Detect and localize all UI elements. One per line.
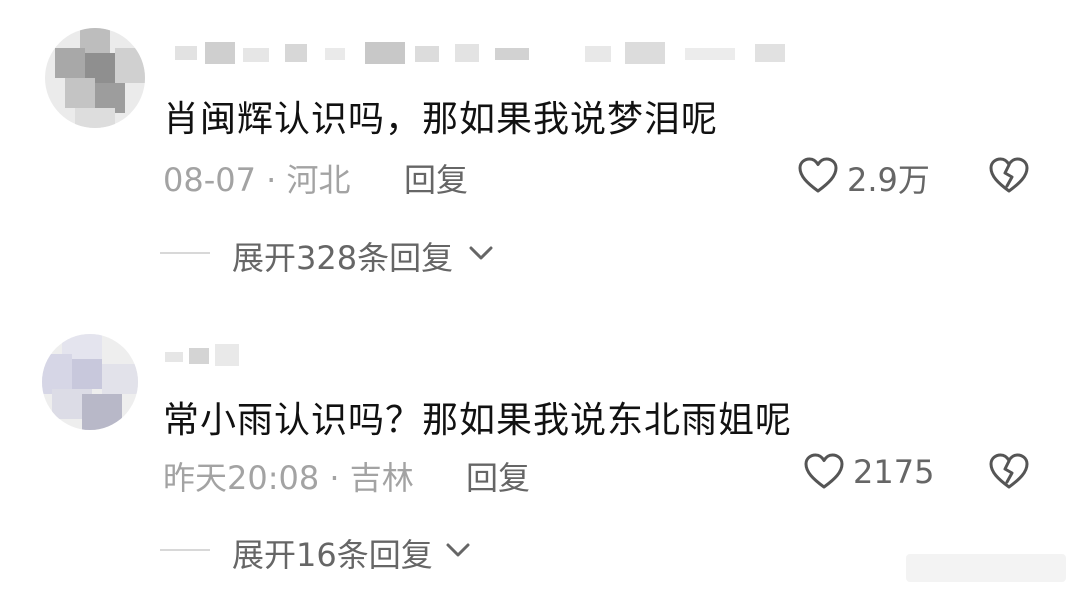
broken-heart-icon[interactable] <box>988 156 1030 194</box>
like-count: 2.9万 <box>847 161 930 199</box>
comment-item: 常小雨认识吗？那如果我说东北雨姐呢 昨天20:08 · 吉林 回复 2175 展… <box>0 300 1080 596</box>
chevron-down-icon[interactable] <box>467 243 495 263</box>
avatar[interactable] <box>42 334 138 430</box>
expand-divider <box>160 252 210 254</box>
expand-replies-button[interactable]: 展开328条回复 <box>232 233 453 279</box>
comment-text: 肖闽辉认识吗，那如果我说梦泪呢 <box>163 99 719 140</box>
heart-outline-icon[interactable] <box>797 156 839 194</box>
comment-item: 肖闽辉认识吗，那如果我说梦泪呢 08-07 · 河北 回复 2.9万 展开328… <box>0 0 1080 290</box>
like-count: 2175 <box>853 453 935 491</box>
broken-heart-icon[interactable] <box>988 452 1030 490</box>
heart-outline-icon[interactable] <box>803 452 845 490</box>
comment-meta: 08-07 · 河北 <box>163 161 351 199</box>
chevron-down-icon[interactable] <box>444 540 472 560</box>
expand-divider <box>160 549 210 551</box>
expand-replies-button[interactable]: 展开16条回复 <box>232 530 433 576</box>
comment-text: 常小雨认识吗？那如果我说东北雨姐呢 <box>163 400 793 441</box>
comment-meta: 昨天20:08 · 吉林 <box>163 459 414 497</box>
avatar[interactable] <box>45 28 145 128</box>
reply-button[interactable]: 回复 <box>404 155 468 201</box>
username-redacted[interactable] <box>165 340 245 370</box>
username-redacted[interactable] <box>165 38 825 68</box>
comment-list: 肖闽辉认识吗，那如果我说梦泪呢 08-07 · 河北 回复 2.9万 展开328… <box>0 0 1080 596</box>
watermark <box>906 554 1066 582</box>
reply-button[interactable]: 回复 <box>466 453 530 499</box>
